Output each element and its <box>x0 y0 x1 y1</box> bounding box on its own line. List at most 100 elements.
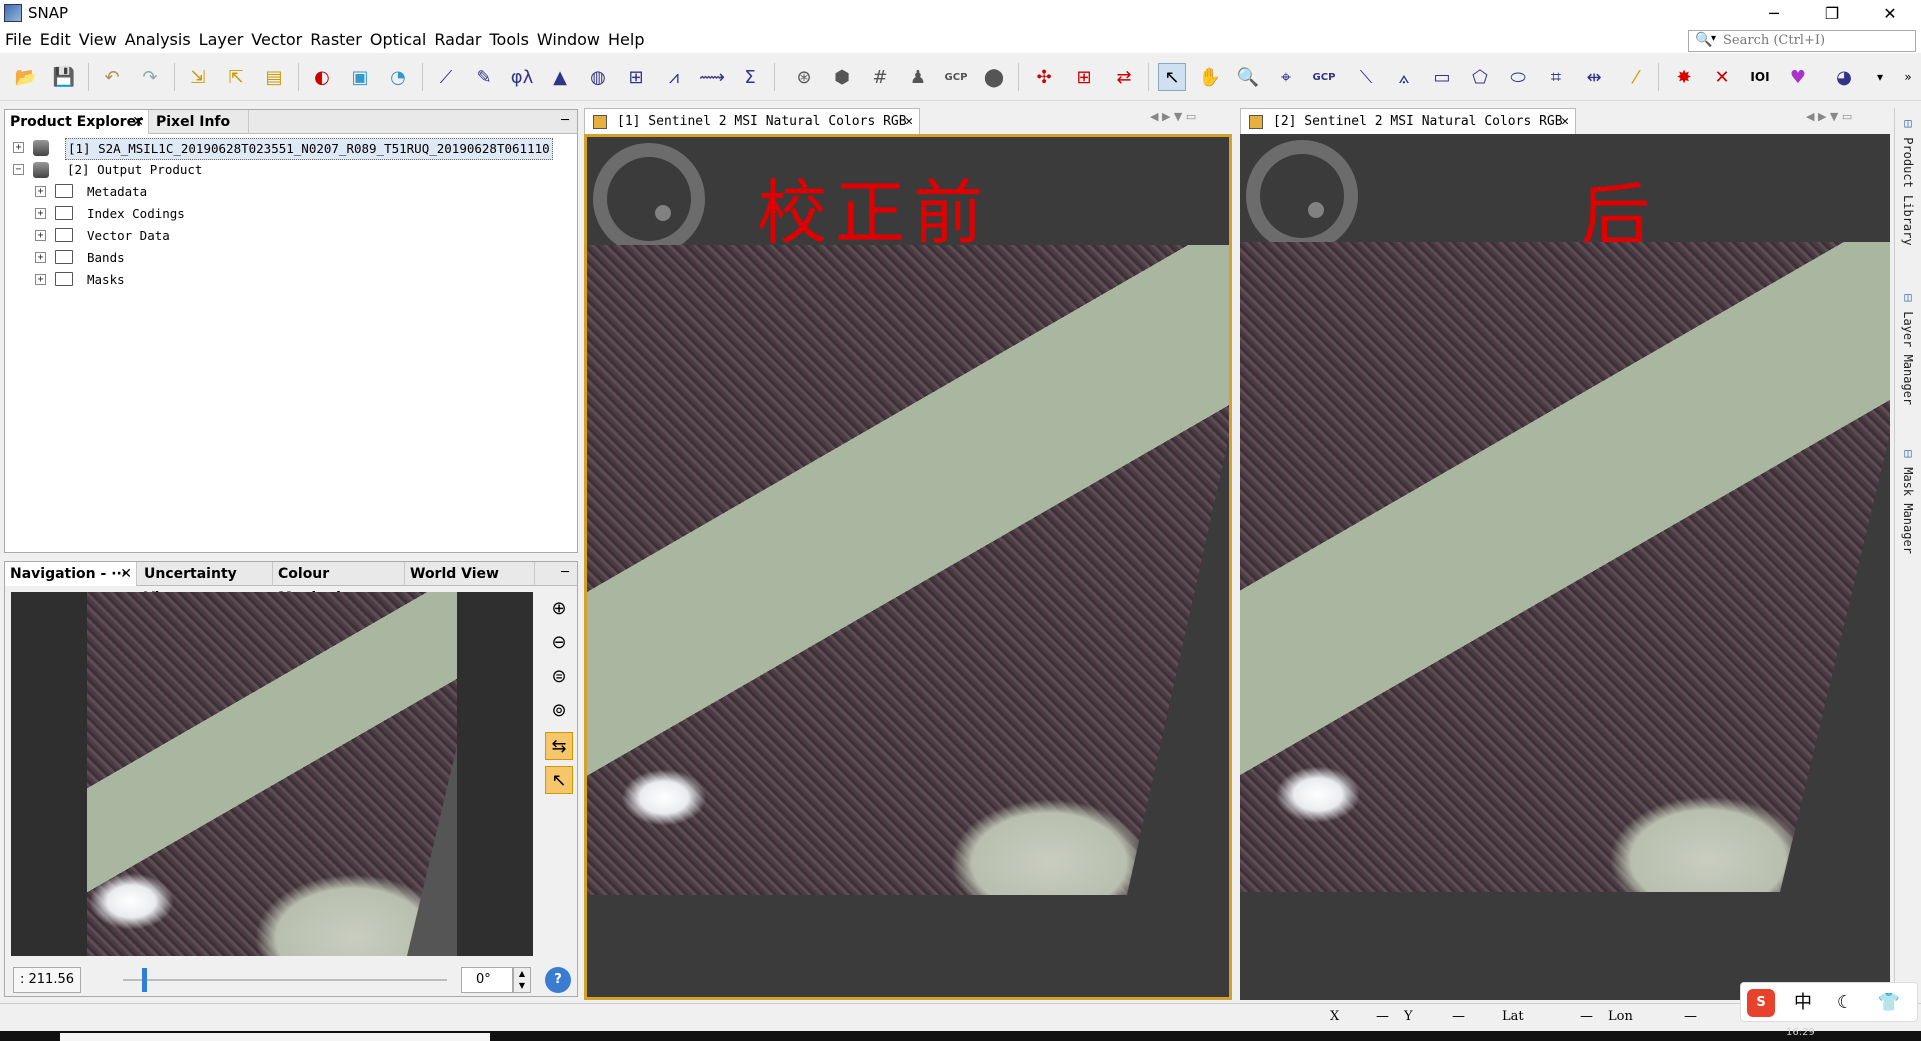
reprojection-icon[interactable]: ◔ <box>384 63 412 91</box>
export-icon[interactable]: ⇱ <box>222 63 250 91</box>
menu-view[interactable]: View <box>76 27 120 53</box>
gcp-placing-icon[interactable]: GCP <box>1310 63 1338 91</box>
spectrum-icon[interactable]: ⟿ <box>698 63 726 91</box>
mask-overlay-icon[interactable]: ⬤ <box>980 63 1008 91</box>
zoom-slider-thumb[interactable] <box>142 968 148 992</box>
toolbar-overflow-icon[interactable]: ▾ <box>1866 63 1894 91</box>
globe-tool-icon[interactable]: ◕ <box>1830 63 1858 91</box>
tab-world-view[interactable]: World View <box>405 562 535 586</box>
rectangle-drawing-icon[interactable]: ▭ <box>1428 63 1456 91</box>
scatter-plot-icon[interactable]: ⊞ <box>622 63 650 91</box>
product-library-tab[interactable]: ◫ Product Library <box>1901 116 1915 246</box>
time-series-icon[interactable]: ⬢ <box>828 63 856 91</box>
zoom-factor-field[interactable]: : 211.56 <box>13 967 81 993</box>
minimize-panel-button[interactable]: ─ <box>561 562 569 584</box>
polygon-drawing-icon[interactable]: ⬠ <box>1466 63 1494 91</box>
measure-icon[interactable]: ⁄ <box>1622 63 1650 91</box>
close-icon[interactable]: ✕ <box>120 562 132 586</box>
close-button[interactable]: ✕ <box>1861 0 1919 27</box>
moon-icon[interactable]: ☾ <box>1831 989 1859 1017</box>
tree-node-masks[interactable]: + Masks <box>9 270 569 290</box>
menu-tools[interactable]: Tools <box>486 27 531 53</box>
sogou-icon[interactable]: S <box>1747 989 1775 1017</box>
line-drawing-icon[interactable]: ⟍ <box>1352 63 1380 91</box>
tab-pixel-info[interactable]: Pixel Info <box>151 110 249 134</box>
tab-uncertainty-vis[interactable]: Uncertainty Vis··· <box>139 562 273 606</box>
tree-node-vector-data[interactable]: + Vector Data <box>9 226 569 246</box>
tree-node-metadata[interactable]: + Metadata <box>9 182 569 202</box>
minimize-panel-button[interactable]: ─ <box>561 110 569 132</box>
information-icon[interactable]: φλ <box>508 63 536 91</box>
close-icon[interactable]: ✕ <box>132 110 144 134</box>
help-icon[interactable]: ? <box>545 967 571 993</box>
tab-image-view-2[interactable]: [2] Sentinel 2 MSI Natural Colors RGB ✕ <box>1240 108 1576 134</box>
redo-icon[interactable]: ↷ <box>136 63 164 91</box>
overlay-icon[interactable]: ♟ <box>904 63 932 91</box>
pan-control[interactable] <box>593 143 705 255</box>
zoom-pixel-icon[interactable]: ⊜ <box>545 662 573 690</box>
range-finder-icon[interactable]: ⇹ <box>1580 63 1608 91</box>
save-product-icon[interactable]: 💾 <box>50 63 78 91</box>
menu-file[interactable]: File <box>2 27 35 53</box>
ime-mode-label[interactable]: 中 <box>1789 989 1817 1017</box>
zoom-tool-icon[interactable]: 🔍 <box>1234 63 1262 91</box>
menu-raster[interactable]: Raster <box>307 27 365 53</box>
edit-icon[interactable]: ✎ <box>470 63 498 91</box>
zoom-in-icon[interactable]: ⊕ <box>545 594 573 622</box>
menu-help[interactable]: Help <box>605 27 647 53</box>
image-view-1[interactable]: 校正前 <box>584 134 1232 1000</box>
mask-manager-tab[interactable]: ◫ Mask Manager <box>1901 446 1915 554</box>
view-scroll-controls[interactable]: ◀ ▶ ▼ ▭ <box>1150 110 1196 123</box>
pin-manager-icon[interactable]: ⊛ <box>790 63 818 91</box>
menu-analysis[interactable]: Analysis <box>122 27 194 53</box>
pin-placing-icon[interactable]: ⌖ <box>1272 63 1300 91</box>
tab-colour-manipulation[interactable]: Colour Manipul··· <box>273 562 405 606</box>
heart-tool-icon[interactable]: ♥ <box>1784 63 1812 91</box>
gcp-manager-icon[interactable]: GCP <box>942 63 970 91</box>
image-view-2[interactable]: 后 <box>1240 134 1890 1000</box>
close-icon[interactable]: ✕ <box>1561 109 1569 135</box>
tab-navigation[interactable]: Navigation - ··· ✕ <box>5 562 137 586</box>
ellipse-drawing-icon[interactable]: ⬭ <box>1504 63 1532 91</box>
pan-tool-icon[interactable]: ✋ <box>1196 63 1224 91</box>
menu-vector[interactable]: Vector <box>248 27 305 53</box>
tile-windows-icon[interactable]: ⊞ <box>1070 63 1098 91</box>
toolbar-more-icon[interactable]: » <box>1894 63 1921 91</box>
sync-views-toggle-icon[interactable]: ⇆ <box>545 732 573 760</box>
menu-optical[interactable]: Optical <box>367 27 430 53</box>
band-maths-icon[interactable]: ▣ <box>346 63 374 91</box>
taskbar-search-box[interactable] <box>60 1033 490 1041</box>
rotation-spinner[interactable]: ▲ ▼ <box>513 967 531 993</box>
shirt-icon[interactable]: 👕 <box>1875 989 1903 1017</box>
polyline-drawing-icon[interactable]: ⟑ <box>1390 63 1418 91</box>
select-tool-icon[interactable]: ↖ <box>1158 63 1186 91</box>
menu-radar[interactable]: Radar <box>431 27 484 53</box>
histogram-icon[interactable]: ⩘ <box>660 63 688 91</box>
layer-manager-tab[interactable]: ◫ Layer Manager <box>1901 290 1915 405</box>
import-icon[interactable]: ⇲ <box>184 63 212 91</box>
sync-views-icon[interactable]: ⇄ <box>1110 63 1138 91</box>
minimize-button[interactable]: ─ <box>1745 0 1803 27</box>
profile-plot-icon[interactable]: ⟋ <box>432 63 460 91</box>
pan-control[interactable] <box>1246 140 1358 252</box>
sync-cursor-icon[interactable]: ✣ <box>1030 63 1058 91</box>
sum-icon[interactable]: Σ <box>736 63 764 91</box>
tree-node-product-1[interactable]: + [1] S2A_MSIL1C_20190628T023551_N0207_R… <box>9 138 569 160</box>
zoom-all-icon[interactable]: ⊚ <box>545 696 573 724</box>
statistics-icon[interactable]: ▲ <box>546 63 574 91</box>
sar-tool-icon[interactable]: ✕ <box>1708 63 1736 91</box>
menu-window[interactable]: Window <box>534 27 603 53</box>
zoom-out-icon[interactable]: ⊖ <box>545 628 573 656</box>
view-scroll-controls[interactable]: ◀ ▶ ▼ ▭ <box>1806 110 1852 123</box>
sentinel-toolbox-icon[interactable]: ✸ <box>1670 63 1698 91</box>
close-icon[interactable]: ✕ <box>905 109 913 135</box>
zoom-slider-track[interactable] <box>123 979 447 981</box>
subset-icon[interactable]: ▤ <box>260 63 288 91</box>
restore-button[interactable]: ❐ <box>1803 0 1861 27</box>
menu-layer[interactable]: Layer <box>196 27 247 53</box>
tree-node-bands[interactable]: + Bands <box>9 248 569 268</box>
tab-image-view-1[interactable]: [1] Sentinel 2 MSI Natural Colors RGB ✕ <box>584 108 920 134</box>
rgb-image-icon[interactable]: ◐ <box>308 63 336 91</box>
menu-edit[interactable]: Edit <box>37 27 74 53</box>
rotation-field[interactable]: 0° <box>461 967 513 993</box>
